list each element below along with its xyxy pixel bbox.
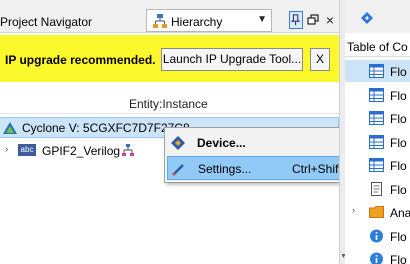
toc-item-label: Flo — [390, 65, 407, 79]
restore-icon[interactable] — [306, 11, 320, 29]
toc-item[interactable]: Flo — [345, 84, 410, 106]
toc-item[interactable]: Flo — [345, 154, 410, 176]
device-diamond-icon — [171, 136, 185, 150]
toc-item-label: Flo — [390, 253, 407, 264]
column-header-label: Entity:Instance — [129, 97, 208, 111]
pin-icon[interactable] — [289, 11, 303, 29]
table-icon — [369, 87, 384, 102]
table-of-contents-title: Table of Co — [347, 40, 408, 54]
navigator-title: Project Navigator — [0, 15, 93, 29]
hierarchy-view-selector[interactable]: Hierarchy ▼ — [146, 9, 272, 32]
hierarchy-small-icon — [122, 144, 134, 156]
info-icon — [369, 252, 384, 264]
expand-arrow-icon[interactable]: › — [352, 205, 355, 215]
device-triangle-icon — [3, 122, 17, 134]
table-icon — [369, 134, 384, 149]
toc-item[interactable]: Flo — [345, 60, 410, 82]
toc-item[interactable]: Flo — [345, 248, 410, 264]
toc-item[interactable]: Flo — [345, 178, 410, 200]
toc-item-label: Flo — [390, 229, 407, 244]
menu-item-settings-label: Settings... — [198, 162, 252, 176]
chevron-down-icon[interactable]: ▼ — [257, 14, 267, 25]
hierarchy-icon — [153, 14, 167, 28]
toc-item-label: Flo — [390, 88, 407, 103]
entity-instance-column-header[interactable]: Entity:Instance — [0, 96, 339, 114]
tasks-icon[interactable] — [359, 10, 375, 26]
table-of-contents-header: Table of Co — [345, 33, 410, 57]
ip-upgrade-message: IP upgrade recommended. — [5, 53, 156, 67]
document-icon — [369, 181, 384, 196]
navigator-header: Project Navigator Hierarchy ▼ × — [0, 0, 339, 33]
toc-item[interactable]: › Ana — [345, 201, 410, 223]
toc-item[interactable]: Flo — [345, 107, 410, 129]
verilog-entity-icon: abc — [18, 144, 36, 156]
tasks-toolbar — [345, 0, 410, 33]
toc-item-label: Flo — [390, 112, 407, 126]
ip-upgrade-banner: IP upgrade recommended. Launch IP Upgrad… — [0, 35, 339, 82]
table-icon — [369, 158, 384, 172]
toc-item[interactable]: Flo — [345, 131, 410, 153]
table-icon — [369, 111, 384, 125]
info-icon — [369, 229, 384, 243]
toc-item-label: Flo — [390, 159, 407, 173]
toc-item-label: Flo — [390, 135, 407, 150]
toc-item-label: Flo — [390, 182, 407, 197]
project-navigator-pane: Project Navigator Hierarchy ▼ × IP upgra… — [0, 0, 374, 264]
entity-label: GPIF2_Verilog — [42, 144, 121, 158]
dismiss-banner-button[interactable]: X — [310, 48, 330, 71]
table-icon — [369, 64, 384, 78]
tasks-pane: Table of Co Flo Flo Flo Flo Flo Flo › Ana Flo Flo — [345, 0, 410, 264]
toc-item[interactable]: Flo — [345, 225, 410, 247]
settings-pencil-icon — [172, 164, 184, 176]
folder-icon — [369, 205, 384, 219]
close-icon[interactable]: × — [323, 11, 337, 29]
hierarchy-selected-value: Hierarchy — [171, 15, 223, 29]
menu-item-device-label: Device... — [197, 136, 246, 150]
expand-arrow-icon[interactable]: › — [5, 144, 8, 155]
toc-item-label: Ana — [390, 206, 410, 220]
launch-ip-upgrade-button[interactable]: Launch IP Upgrade Tool... — [161, 48, 303, 71]
